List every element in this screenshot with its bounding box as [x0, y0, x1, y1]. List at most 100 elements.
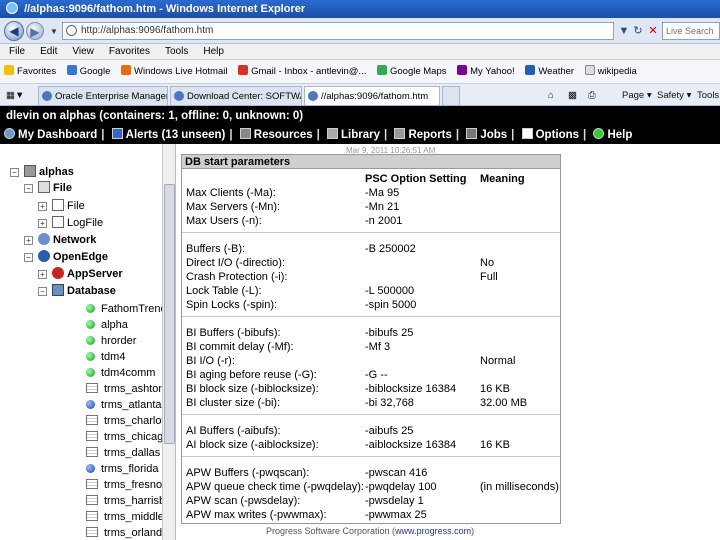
tree-node-alphas-label: alphas [39, 166, 74, 178]
expand-icon[interactable]: + [38, 219, 47, 228]
nav-help[interactable]: Help [593, 126, 632, 144]
forward-button[interactable]: ▶ [26, 22, 44, 40]
tree-node-openedge[interactable]: − OpenEdge [24, 249, 108, 265]
param-row: APW max writes (-pwwmax): -pwwmax 25 [182, 508, 560, 522]
tree-node-file[interactable]: + File [38, 198, 85, 214]
menu-favorites[interactable]: Favorites [109, 44, 150, 60]
tree-node-network[interactable]: + Network [24, 232, 96, 248]
tab-fathom[interactable]: //alphas:9096/fathom.htm [304, 86, 440, 105]
tree-db-item[interactable]: trms_charlott [86, 413, 168, 429]
nav-options[interactable]: Options [521, 126, 579, 144]
fav-google[interactable]: Google [66, 60, 110, 83]
fav-my-yahoo[interactable]: My Yahoo! [457, 60, 515, 83]
tree-node-logfile[interactable]: + LogFile [38, 215, 103, 231]
nav-jobs[interactable]: Jobs [466, 126, 507, 144]
menu-help[interactable]: Help [203, 44, 224, 60]
url-field[interactable]: http://alphas:9096/fathom.htm [62, 22, 614, 40]
tree-node-alphas[interactable]: − alphas [10, 164, 74, 180]
tree-scrollbar[interactable] [162, 144, 175, 540]
menu-edit[interactable]: Edit [40, 44, 57, 60]
home-icon[interactable]: ⌂ [548, 87, 554, 105]
database-icon [86, 495, 98, 505]
tree-db-item[interactable]: trms_harrisbu [86, 493, 171, 509]
nav-alerts[interactable]: Alerts (13 unseen) [111, 126, 225, 144]
fav-hotmail[interactable]: Windows Live Hotmail [121, 60, 227, 83]
quick-tabs-icon[interactable]: ▦▼ [6, 87, 24, 105]
param-row: APW queue check time (-pwqdelay): -pwqdel… [182, 480, 560, 494]
param-setting: -pwqdelay 100 [365, 481, 437, 493]
tools-menu[interactable]: Tools [697, 87, 719, 105]
tab-download-center[interactable]: Download Center: SOFTWA... [170, 86, 302, 105]
tree-db-item[interactable]: trms_dallas [86, 445, 160, 461]
tree-db-item[interactable]: trms_ashton [86, 381, 165, 397]
fav-gmail[interactable]: Gmail - Inbox - antlevin@... [238, 60, 366, 83]
tab-oracle-label: Oracle Enterprise Manager (... [55, 91, 168, 102]
tree-scrollbar-thumb[interactable] [164, 184, 175, 444]
collapse-icon[interactable]: − [24, 253, 33, 262]
search-placeholder: Live Search [666, 26, 714, 36]
tree-db-item[interactable]: tdm4 [86, 349, 125, 365]
param-meaning: Full [480, 271, 498, 283]
tree-db-label: trms_atlanta [101, 399, 162, 411]
expand-icon[interactable]: + [38, 270, 47, 279]
back-button[interactable]: ◀ [4, 21, 24, 41]
fav-weather[interactable]: Weather [525, 60, 574, 83]
tree-db-item[interactable]: trms_fresno [86, 477, 162, 493]
database-icon [86, 447, 98, 457]
param-label: BI cluster size (-bi): [186, 397, 281, 409]
tree-db-item[interactable]: trms_middlet [86, 509, 167, 525]
refresh-icon[interactable]: ↻ [630, 23, 646, 39]
menu-tools[interactable]: Tools [165, 44, 188, 60]
tree-node-file-group[interactable]: − File [24, 180, 72, 196]
nav-separator: | [384, 129, 388, 141]
tree-db-item[interactable]: FathomTrend [86, 301, 167, 317]
recent-pages-dropdown[interactable]: ▼ [50, 27, 58, 36]
param-row: BI I/O (-r): Normal [182, 354, 560, 368]
offline-status-icon [86, 400, 95, 409]
param-row: Max Clients (-Ma): -Ma 95 [182, 186, 560, 200]
nav-library[interactable]: Library [327, 126, 380, 144]
param-meaning: Normal [480, 355, 516, 367]
tree-db-item[interactable]: hrorder [86, 333, 136, 349]
menu-file[interactable]: File [9, 44, 25, 60]
collapse-icon[interactable]: − [38, 287, 47, 296]
collapse-icon[interactable]: − [10, 168, 19, 177]
param-setting: -spin 5000 [365, 299, 417, 311]
footer-end: ) [471, 526, 475, 536]
stop-icon[interactable]: ✕ [645, 23, 661, 39]
nav-my-dashboard[interactable]: My Dashboard [4, 126, 97, 144]
page-icon [66, 25, 77, 36]
page-menu[interactable]: Page ▾ [622, 87, 652, 105]
tree-db-item[interactable]: trms_atlanta [86, 397, 162, 413]
nav-reports[interactable]: Reports [394, 126, 452, 144]
nav-resources[interactable]: Resources [239, 126, 313, 144]
expand-icon[interactable]: + [24, 236, 33, 245]
tree-db-item[interactable]: tdm4comm [86, 365, 155, 381]
param-row: Max Users (-n): -n 2001 [182, 214, 560, 228]
nav-separator: | [229, 129, 233, 141]
tree-node-appserver[interactable]: + AppServer [38, 266, 123, 282]
collapse-icon[interactable]: − [24, 184, 33, 193]
tree-db-label: trms_charlott [104, 415, 168, 427]
search-input[interactable]: Live Search [662, 22, 720, 40]
tree-db-item[interactable]: trms_florida [86, 461, 158, 477]
new-tab-button[interactable] [442, 86, 460, 105]
param-row: APW Buffers (-pwqscan): -pwscan 416 [182, 466, 560, 480]
safety-menu[interactable]: Safety ▾ [657, 87, 691, 105]
wikipedia-icon [584, 65, 595, 75]
fav-google-maps[interactable]: Google Maps [376, 60, 447, 83]
print-icon[interactable]: ⎙ [588, 87, 596, 105]
fav-wikipedia[interactable]: wikipedia [584, 60, 637, 83]
tree-node-database[interactable]: − Database [38, 283, 116, 299]
tree-db-item[interactable]: trms_chicago [86, 429, 169, 445]
footer-link[interactable]: www.progress.com [395, 526, 471, 536]
menu-view[interactable]: View [72, 44, 94, 60]
appserver-icon [52, 267, 64, 279]
tree-db-item[interactable]: alpha [86, 317, 128, 333]
favorites-button[interactable]: Favorites [4, 60, 56, 83]
feeds-icon[interactable]: ▩ [568, 87, 577, 105]
tab-oracle[interactable]: Oracle Enterprise Manager (... [38, 86, 168, 105]
expand-icon[interactable]: + [38, 202, 47, 211]
network-icon [38, 233, 50, 245]
tree-db-item[interactable]: trms_orlando [86, 525, 168, 540]
